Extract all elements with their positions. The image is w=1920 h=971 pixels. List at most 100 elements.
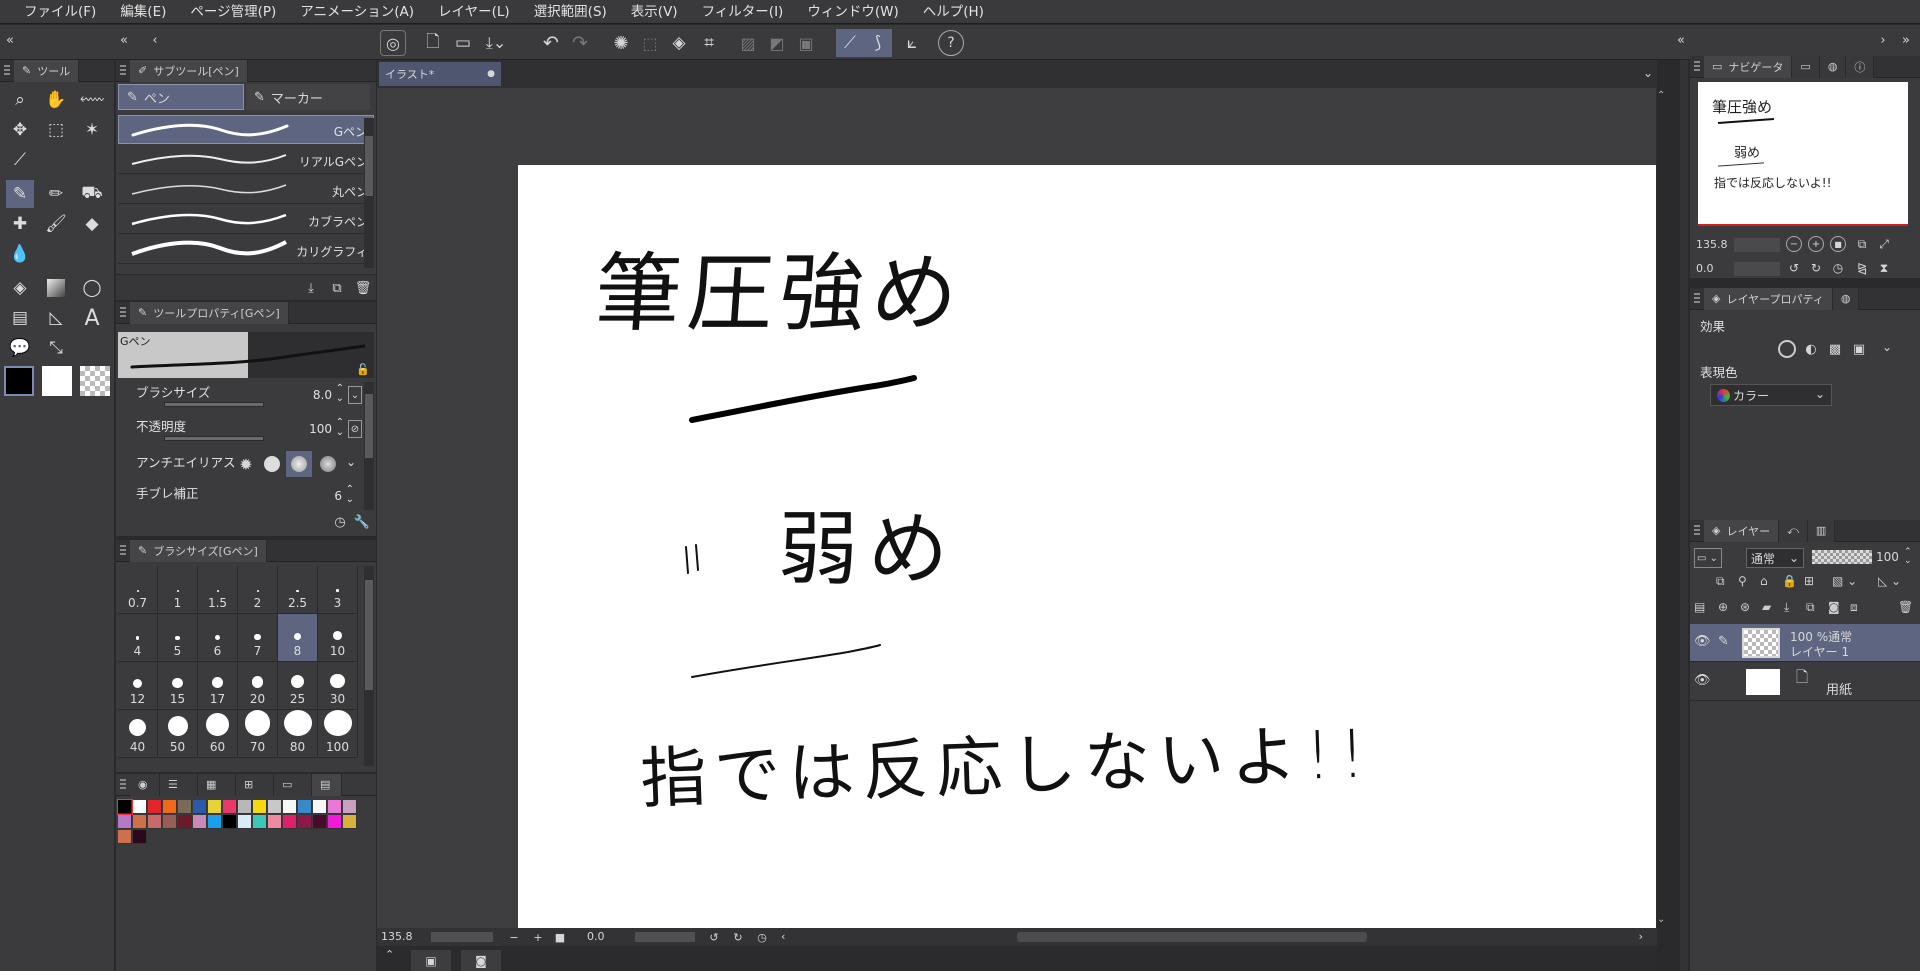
copy-subtool-icon[interactable]: ⤓ xyxy=(302,279,320,297)
zoom-in-icon[interactable]: + xyxy=(1808,236,1824,252)
open-folder-icon[interactable]: ▭ xyxy=(450,30,476,56)
tab-tool[interactable]: ✎ ツール xyxy=(14,59,80,82)
tone-icon[interactable]: ▩ xyxy=(1826,340,1844,358)
menu-layer[interactable]: レイヤー(L) xyxy=(426,0,522,24)
brush-size-3[interactable]: 3 xyxy=(318,566,358,614)
frame-tool-icon[interactable]: ▤ xyxy=(6,304,34,332)
layer-item-layer-1[interactable]: 👁 ✎ 100 %通常 レイヤー 1 xyxy=(1690,624,1920,662)
tab-layer-search[interactable]: ◍ xyxy=(1832,287,1860,310)
layer-opacity-slider[interactable] xyxy=(1812,550,1872,564)
redo-icon[interactable]: ↷ xyxy=(567,30,593,56)
timeline-icon[interactable]: ▣ xyxy=(411,950,451,971)
group-marker-button[interactable]: ✎ マーカー xyxy=(246,84,370,110)
antialias-strong-icon[interactable] xyxy=(320,456,336,472)
move-tool-icon[interactable]: ✥ xyxy=(6,116,34,144)
brush-size-0-7[interactable]: 0.7 xyxy=(118,566,158,614)
new-vector-layer-icon[interactable]: ⊛ xyxy=(1740,600,1750,614)
brush-tool-icon[interactable]: 🖌 xyxy=(42,210,70,238)
spin-icon[interactable]: ⌃ ⌄ xyxy=(1904,548,1912,566)
tab-info[interactable]: ⓘ xyxy=(1846,55,1875,78)
collapse-subtool-icon[interactable]: « xyxy=(116,31,132,49)
ruler-tool-icon[interactable]: ◺ xyxy=(42,304,70,332)
tab-materials[interactable]: ▥ xyxy=(1807,519,1836,542)
antialias-mid-icon[interactable] xyxy=(286,451,312,477)
layer-item-paper[interactable]: 👁 🗋 用紙 xyxy=(1690,663,1920,701)
brush-size-30[interactable]: 30 xyxy=(318,662,358,710)
new-file-icon[interactable]: 🗋 xyxy=(420,30,446,56)
transform-icon[interactable]: ⌗ xyxy=(696,30,722,56)
color-swatch[interactable] xyxy=(118,815,132,829)
sub-color-swatch[interactable] xyxy=(42,366,72,396)
expression-color-select[interactable]: カラー ⌄ xyxy=(1710,384,1832,406)
auto-action-icon[interactable]: ◙ xyxy=(461,950,501,971)
transfer-lower-icon[interactable]: ⤓ xyxy=(1784,600,1789,615)
auto-select-icon[interactable]: ✶ xyxy=(78,116,106,144)
pressure-icon[interactable]: ⌄ xyxy=(348,386,362,404)
panel-grip[interactable] xyxy=(1694,524,1700,537)
clear-outside-icon[interactable]: ▨ xyxy=(735,30,761,56)
blend-tool-icon[interactable]: 💧 xyxy=(6,240,34,268)
brush-size-1-5[interactable]: 1.5 xyxy=(198,566,238,614)
lock-alpha-icon[interactable]: ⊞ xyxy=(1804,574,1814,588)
help-icon[interactable]: ? xyxy=(938,30,964,56)
tab-history[interactable]: ⤺ xyxy=(1779,519,1808,542)
menu-edit[interactable]: 編集(E) xyxy=(108,0,178,24)
eye-icon[interactable]: 👁 xyxy=(1694,634,1711,649)
antialias-weak-icon[interactable] xyxy=(264,456,280,472)
collapse-left-icon[interactable]: « xyxy=(2,31,18,49)
main-color-swatch[interactable] xyxy=(4,366,34,396)
balloon-tool-icon[interactable]: 💬 xyxy=(6,334,34,362)
tool-property-scrollbar[interactable] xyxy=(364,382,374,510)
fill-tool-icon[interactable]: ◈ xyxy=(6,274,34,302)
brush-size-8[interactable]: 8 xyxy=(278,614,318,662)
paper[interactable]: 筆圧強め 弱め 指では反応しないよ!! xyxy=(518,165,1656,928)
rotate-right-icon[interactable]: ↻ xyxy=(1808,260,1824,276)
menu-selection[interactable]: 選択範囲(S) xyxy=(522,0,619,24)
tab-sub-view[interactable]: ▭ xyxy=(1792,55,1820,78)
menu-filter[interactable]: フィルター(I) xyxy=(690,0,796,24)
brush-size-15[interactable]: 15 xyxy=(158,662,198,710)
eye-icon[interactable]: 👁 xyxy=(1694,673,1711,688)
color-swatch[interactable] xyxy=(178,800,192,814)
subtool-scrollbar[interactable] xyxy=(364,118,374,268)
reference-icon[interactable]: ⚲ xyxy=(1738,574,1747,588)
operation-tool-icon[interactable]: ⬳ xyxy=(78,86,106,114)
fit-icon[interactable]: ■ xyxy=(553,928,567,946)
tab-color-slider[interactable]: ☰ xyxy=(160,773,198,796)
hand-tool-icon[interactable]: ✋ xyxy=(42,86,70,114)
text-tool-icon[interactable]: A xyxy=(78,304,106,332)
canvas-vscrollbar[interactable] xyxy=(1656,88,1657,928)
layer-color-icon[interactable]: ▣ xyxy=(1850,340,1868,358)
airbrush-tool-icon[interactable]: ⛟ xyxy=(78,180,106,208)
chevron-right-icon[interactable]: › xyxy=(1876,31,1890,49)
color-swatch[interactable] xyxy=(118,830,132,844)
color-swatch[interactable] xyxy=(208,815,222,829)
color-swatch[interactable] xyxy=(298,815,312,829)
color-swatch[interactable] xyxy=(178,815,192,829)
color-swatch[interactable] xyxy=(148,800,162,814)
panel-grip[interactable] xyxy=(120,778,126,791)
menu-window[interactable]: ウィンドウ(W) xyxy=(795,0,910,24)
color-swatch[interactable] xyxy=(313,800,327,814)
zoom-tool-icon[interactable]: ⌕ xyxy=(6,86,34,114)
color-swatch[interactable] xyxy=(238,815,252,829)
menu-view[interactable]: 表示(V) xyxy=(619,0,690,24)
nav-angle-value[interactable]: 0.0 xyxy=(1696,262,1714,275)
fill-icon[interactable]: ◈ xyxy=(666,30,692,56)
color-swatch[interactable] xyxy=(193,800,207,814)
chevron-left-icon[interactable]: ‹ xyxy=(148,31,162,49)
pencil-tool-icon[interactable]: ✏ xyxy=(42,180,70,208)
angle-slider[interactable] xyxy=(635,932,695,942)
tab-brush-size[interactable]: ✎ ブラシサイズ[Gペン] xyxy=(130,539,267,562)
opacity-row[interactable]: 不透明度 100 ⌃ ⌄ ⊘ xyxy=(126,414,374,444)
brush-size-6[interactable]: 6 xyxy=(198,614,238,662)
brush-size-1[interactable]: 1 xyxy=(158,566,198,614)
brush-size-25[interactable]: 25 xyxy=(278,662,318,710)
mask-icon[interactable]: ◙ xyxy=(1828,600,1840,614)
rotate-left-icon[interactable]: ↺ xyxy=(707,928,721,946)
panel-grip[interactable] xyxy=(4,64,10,77)
brush-size-2[interactable]: 2 xyxy=(238,566,278,614)
delete-subtool-icon[interactable]: 🗑 xyxy=(354,279,372,297)
panel-grip[interactable] xyxy=(120,544,126,557)
draft-icon[interactable]: ⌂ xyxy=(1760,574,1768,588)
